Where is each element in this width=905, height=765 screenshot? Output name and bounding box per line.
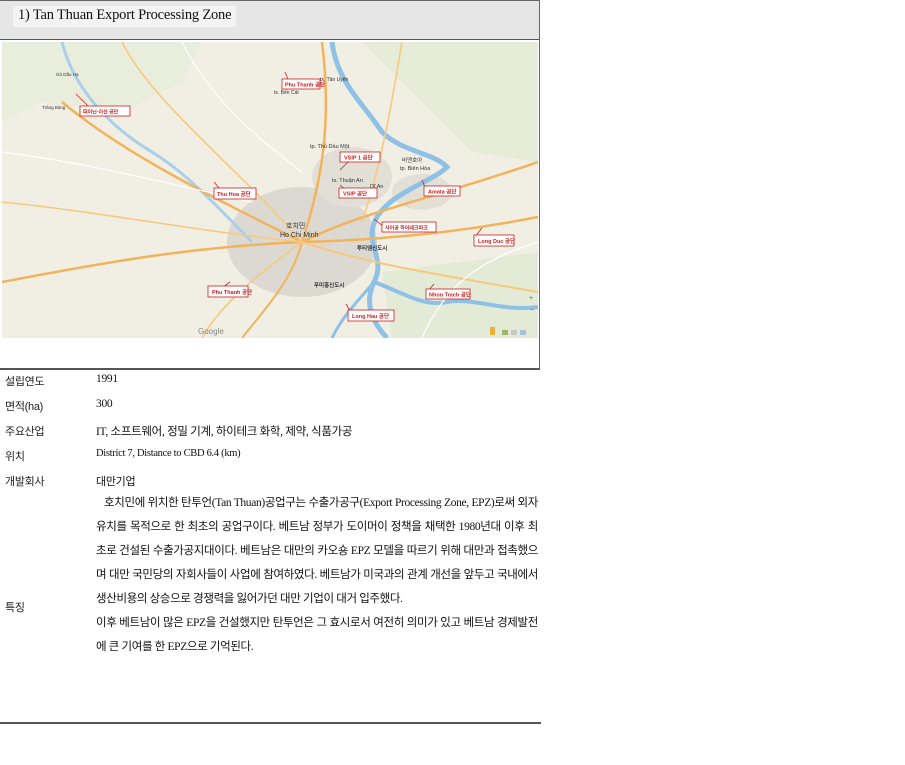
city-label-new-city-1: 투티엠신도시 xyxy=(357,244,387,252)
layer-toggle-icon[interactable] xyxy=(511,330,517,335)
zone-label-tay-ninh: 떠이닌·이산 공단 xyxy=(83,109,119,116)
street-view-icon[interactable] xyxy=(490,327,495,335)
features-paragraph-2: 이후 베트남이 많은 EPZ을 건설했지만 탄투언은 그 효시로서 여전히 의미… xyxy=(96,617,538,653)
zoom-out-icon[interactable]: − xyxy=(530,307,534,314)
city-label-bien-hoa: tp. Biên Hòa xyxy=(400,166,431,172)
section-header: 1) Tan Thuan Export Processing Zone xyxy=(0,0,540,41)
zone-label-amata: Amata 공단 xyxy=(428,188,456,196)
city-label-hcm-kr: 호치민 xyxy=(286,221,305,230)
city-label-trang-bang: Trảng Bàng xyxy=(42,105,66,110)
features-description: 호치민에 위치한 탄투언(Tan Thuan)공업구는 수출가공구(Export… xyxy=(96,491,538,659)
layer-toggle-icon[interactable] xyxy=(520,330,526,335)
industrial-zone-map: 호치민 Ho Chi Minh 투티엠신도시 푸미흥신도시 tp. Thủ Dầ… xyxy=(2,42,538,338)
industry-label: 주요산업 xyxy=(5,426,45,438)
city-label-ben-cat: tx. Bến Cát xyxy=(274,90,299,96)
developer-value: 대만기업 xyxy=(96,476,136,488)
zoom-in-icon[interactable]: + xyxy=(529,295,533,302)
zone-label-saigon-hitech: 사이공 하이테크파크 xyxy=(385,225,428,232)
table-bottom-rule xyxy=(0,722,541,724)
industry-value: IT, 소프트웨어, 정밀 기계, 하이테크 화학, 제약, 식품가공 xyxy=(96,426,353,438)
features-label: 특징 xyxy=(5,602,25,614)
zone-label-phu-thanh: Phu Thanh 공단 xyxy=(285,81,325,89)
zone-label-thu-hoa: Thu Hoa 공단 xyxy=(217,190,251,198)
zone-label-vsip-2: VSIP 공단 xyxy=(343,190,367,198)
city-label-thu-dau-mot: tp. Thủ Dầu Một xyxy=(310,143,350,150)
city-label-new-city-2: 푸미흥신도시 xyxy=(314,281,344,289)
developer-label: 개발회사 xyxy=(5,476,45,488)
map-figure: 호치민 Ho Chi Minh 투티엠신도시 푸미흥신도시 tp. Thủ Dầ… xyxy=(0,40,540,370)
founded-label: 설립연도 xyxy=(5,376,45,388)
zone-label-phu-thanh-south: Phu Thanh 공단 xyxy=(212,288,252,296)
founded-value: 1991 xyxy=(96,373,118,385)
zone-label-long-duc: Long Duc 공단 xyxy=(478,237,515,245)
features-paragraph-1: 호치민에 위치한 탄투언(Tan Thuan)공업구는 수출가공구(Export… xyxy=(96,497,538,605)
city-label-hcm: Ho Chi Minh xyxy=(280,232,319,239)
zone-label-vsip-1: VSIP 1 공단 xyxy=(344,154,373,162)
city-label-thuan-an: tx. Thuận An xyxy=(332,178,363,184)
location-value: District 7, Distance to CBD 6.4 (km) xyxy=(96,448,241,459)
google-logo: Google xyxy=(198,327,224,336)
area-value: 300 xyxy=(96,398,113,410)
zone-label-long-hau: Long Hau 공단 xyxy=(352,312,389,320)
layer-toggle-icon[interactable] xyxy=(502,330,508,335)
section-title: 1) Tan Thuan Export Processing Zone xyxy=(13,6,237,27)
city-label-bien-hoa-kr: 비엔호아 xyxy=(402,156,422,164)
location-label: 위치 xyxy=(5,451,25,463)
city-label-go-dau: Gò Dầu Hạ xyxy=(56,72,79,77)
area-label: 면적(ha) xyxy=(5,401,44,413)
zone-label-nhon-trach: Nhon Trach 공단 xyxy=(429,291,471,299)
